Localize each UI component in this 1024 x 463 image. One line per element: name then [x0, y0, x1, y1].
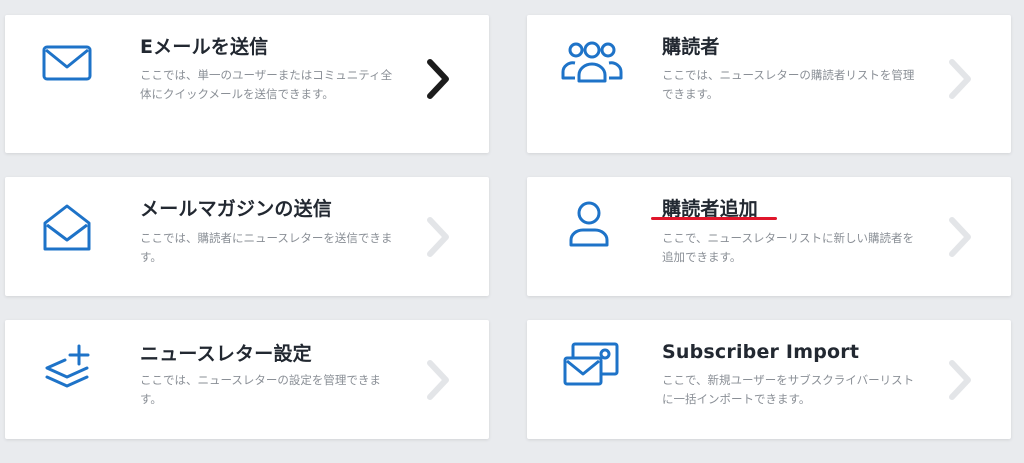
- title-highlight-underline: [651, 217, 777, 220]
- card-title: ニュースレター設定: [140, 343, 312, 365]
- card-description: ここでは、購読者にニュースレターを送信できます。: [140, 231, 393, 264]
- card-title: Eメールを送信: [140, 36, 269, 58]
- users-group-icon: [561, 33, 623, 89]
- chevron-right-icon[interactable]: [945, 57, 975, 101]
- add-subscriber-card[interactable]: 購読者追加 ここで、ニュースレターリストに新しい購読者を追加できます。: [527, 177, 1011, 296]
- card-description: ここで、新規ユーザーをサブスクライバーリストに一括インポートできます。: [662, 373, 915, 406]
- layers-plus-icon: [39, 342, 95, 398]
- subscribers-card[interactable]: 購読者 ここでは、ニュースレターの購読者リストを管理できます。: [527, 15, 1011, 153]
- send-email-card[interactable]: Eメールを送信 ここでは、単一のユーザーまたはコミュニティ全体にクイックメールを…: [5, 15, 489, 153]
- chevron-right-icon[interactable]: [423, 57, 453, 101]
- chevron-right-icon[interactable]: [423, 215, 453, 259]
- card-title: 購読者: [662, 36, 720, 58]
- import-envelopes-icon: [561, 340, 623, 396]
- user-icon: [561, 197, 617, 253]
- newsletter-settings-card[interactable]: ニュースレター設定 ここでは、ニュースレターの設定を管理できます。: [5, 320, 489, 439]
- chevron-right-icon[interactable]: [945, 215, 975, 259]
- card-description: ここでは、単一のユーザーまたはコミュニティ全体にクイックメールを送信できます。: [140, 68, 393, 101]
- card-title: メールマガジンの送信: [140, 198, 333, 220]
- envelope-icon: [39, 37, 95, 93]
- open-envelope-icon: [39, 201, 95, 257]
- subscriber-import-card[interactable]: Subscriber Import ここで、新規ユーザーをサブスクライバーリスト…: [527, 320, 1011, 439]
- chevron-right-icon[interactable]: [423, 358, 453, 402]
- card-description: ここでは、ニュースレターの購読者リストを管理できます。: [662, 68, 915, 101]
- card-title: Subscriber Import: [662, 341, 860, 363]
- send-newsletter-card[interactable]: メールマガジンの送信 ここでは、購読者にニュースレターを送信できます。: [5, 177, 489, 296]
- chevron-right-icon[interactable]: [945, 358, 975, 402]
- card-description: ここでは、ニュースレターの設定を管理できます。: [140, 373, 381, 406]
- card-description: ここで、ニュースレターリストに新しい購読者を追加できます。: [662, 231, 914, 264]
